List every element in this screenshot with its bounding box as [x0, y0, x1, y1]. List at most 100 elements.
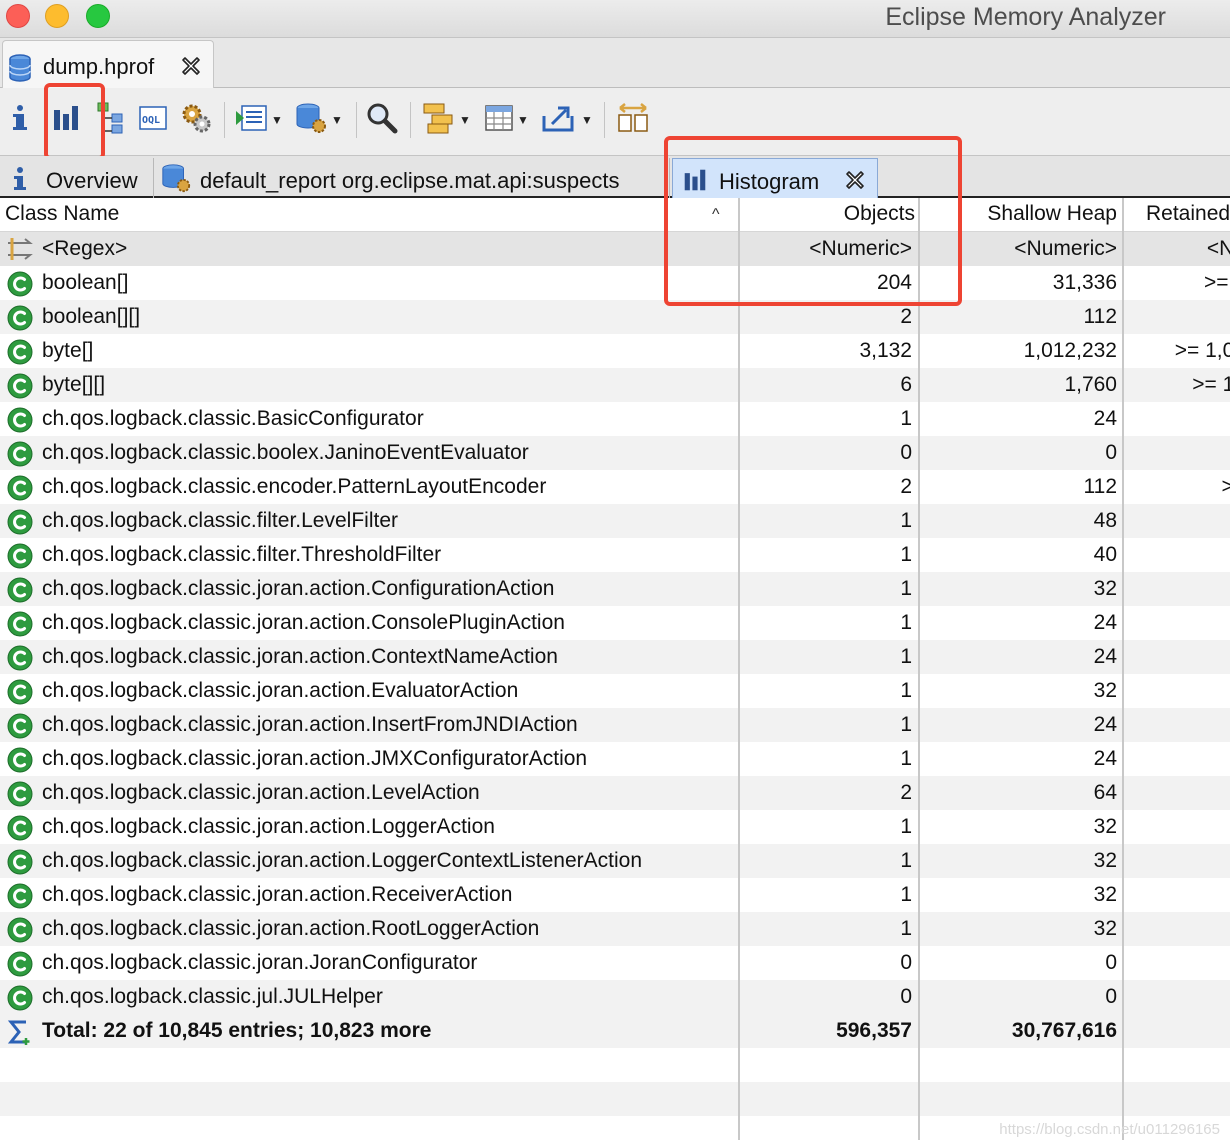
class-icon: [6, 440, 34, 473]
shallow-heap-cell: 0: [1105, 985, 1117, 1008]
objects-cell: 1: [900, 407, 912, 430]
compare-button[interactable]: [616, 102, 650, 138]
class-icon: [6, 780, 34, 813]
table-row[interactable]: ch.qos.logback.classic.joran.action.Cons…: [0, 606, 1230, 640]
search-icon: [366, 102, 398, 139]
table-row[interactable]: ch.qos.logback.classic.joran.action.Cont…: [0, 640, 1230, 674]
oql-button[interactable]: OQL: [138, 102, 168, 138]
table-row[interactable]: ch.qos.logback.classic.joran.action.Logg…: [0, 844, 1230, 878]
objects-cell: 1: [900, 713, 912, 736]
column-divider[interactable]: [738, 198, 740, 1140]
column-header-class-name[interactable]: Class Name: [5, 202, 119, 226]
table-row[interactable]: ch.qos.logback.classic.joran.JoranConfig…: [0, 946, 1230, 980]
objects-cell: 1: [900, 577, 912, 600]
objects-cell: 1: [900, 849, 912, 872]
shallow-heap-cell: 24: [1093, 713, 1117, 736]
class-name-cell: ch.qos.logback.classic.joran.action.JMXC…: [42, 747, 588, 770]
watermark: https://blog.csdn.net/u011296165: [999, 1121, 1220, 1138]
objects-cell: 1: [900, 611, 912, 634]
objects-cell: 6: [900, 373, 912, 396]
table-row[interactable]: byte[][] 6 1,760 >= 10: [0, 368, 1230, 402]
result-tab-bar: Overview default_report org.eclipse.mat.…: [0, 156, 1230, 198]
close-icon[interactable]: [179, 54, 203, 83]
class-name-cell: ch.qos.logback.classic.joran.JoranConfig…: [42, 951, 478, 974]
database-gear-icon: [294, 101, 328, 140]
class-name-cell: ch.qos.logback.classic.joran.action.Eval…: [42, 679, 519, 702]
column-divider[interactable]: [918, 198, 920, 1140]
shallow-heap-cell: 1,012,232: [1023, 339, 1117, 362]
table-row[interactable]: ch.qos.logback.classic.joran.action.Root…: [0, 912, 1230, 946]
thread-overview-button[interactable]: [180, 102, 212, 138]
regex-name-filter[interactable]: <Regex>: [42, 237, 127, 261]
class-icon: [6, 950, 34, 983]
total-row: Total: 22 of 10,845 entries; 10,823 more…: [0, 1014, 1230, 1048]
tab-overview[interactable]: Overview: [0, 158, 154, 198]
objects-cell: 0: [900, 441, 912, 464]
table-row[interactable]: ch.qos.logback.classic.BasicConfigurator…: [0, 402, 1230, 436]
query-browser-dropdown[interactable]: ▼: [294, 102, 343, 138]
table-row[interactable]: boolean[]20431,336>= 3: [0, 266, 1230, 300]
class-icon: [6, 848, 34, 881]
total-shallow-heap: 30,767,616: [1011, 1019, 1117, 1042]
column-divider[interactable]: [1122, 198, 1124, 1140]
table-row[interactable]: ch.qos.logback.classic.joran.action.Eval…: [0, 674, 1230, 708]
shallow-heap-cell: 24: [1093, 611, 1117, 634]
info-button[interactable]: [10, 102, 30, 138]
table-row[interactable]: boolean[][] 2 112 >: [0, 300, 1230, 334]
class-icon: [6, 542, 34, 575]
shallow-heap-cell: 32: [1093, 815, 1117, 838]
editor-tab-dump-hprof[interactable]: dump.hprof: [2, 40, 214, 89]
class-icon: [6, 474, 34, 507]
table-header: Class Name ^ Objects Shallow Heap Retain…: [0, 198, 1230, 232]
table-row[interactable]: byte[] 3,132 1,012,232 >= 1,01: [0, 334, 1230, 368]
retained-heap-cell: >=: [1221, 475, 1230, 498]
close-window-button[interactable]: [6, 4, 30, 28]
shallow-heap-cell: 31,336: [1052, 271, 1117, 294]
class-icon: [6, 644, 34, 677]
table-row[interactable]: ch.qos.logback.classic.encoder.PatternLa…: [0, 470, 1230, 504]
table-row[interactable]: ch.qos.logback.classic.filter.LevelFilte…: [0, 504, 1230, 538]
group-by-dropdown[interactable]: ▼: [422, 102, 471, 138]
column-header-shallow-heap[interactable]: Shallow Heap: [987, 202, 1117, 226]
shallow-heap-cell: 40: [1093, 543, 1117, 566]
total-label: Total: 22 of 10,845 entries; 10,823 more: [42, 1019, 432, 1042]
regex-retained-filter[interactable]: <Nu: [1126, 237, 1230, 261]
regex-filter-row[interactable]: <Regex> <Numeric> <Numeric> <Nu: [0, 232, 1230, 266]
retained-heap-cell: >= 1,01: [1174, 339, 1230, 362]
column-header-retained[interactable]: Retained: [1146, 202, 1230, 226]
shallow-heap-cell: 0: [1105, 951, 1117, 974]
table-row[interactable]: ch.qos.logback.classic.joran.action.Logg…: [0, 810, 1230, 844]
table-row[interactable]: ch.qos.logback.classic.joran.action.Rece…: [0, 878, 1230, 912]
class-icon: [6, 814, 34, 847]
shallow-heap-cell: 32: [1093, 679, 1117, 702]
table-row[interactable]: ch.qos.logback.classic.filter.ThresholdF…: [0, 538, 1230, 572]
table-row[interactable]: ch.qos.logback.classic.joran.action.JMXC…: [0, 742, 1230, 776]
table-row[interactable]: ch.qos.logback.classic.joran.action.Conf…: [0, 572, 1230, 606]
empty-row: [0, 1082, 1230, 1116]
regex-shallow-filter[interactable]: <Numeric>: [1014, 237, 1117, 261]
zoom-window-button[interactable]: [86, 4, 110, 28]
class-name-cell: ch.qos.logback.classic.joran.action.Conf…: [42, 577, 555, 600]
objects-cell: 1: [900, 543, 912, 566]
highlight-box-objects-column: [664, 136, 962, 306]
overview-report-icon: [234, 103, 268, 138]
group-by-icon: [422, 101, 456, 140]
shallow-heap-cell: 112: [1083, 475, 1117, 498]
class-name-cell: boolean[][]: [42, 305, 141, 328]
class-name-cell: ch.qos.logback.classic.jul.JULHelper: [42, 985, 383, 1008]
table-row[interactable]: ch.qos.logback.classic.joran.action.Leve…: [0, 776, 1230, 810]
calculate-retained-dropdown[interactable]: ▼: [484, 102, 529, 138]
minimize-window-button[interactable]: [45, 4, 69, 28]
svg-text:OQL: OQL: [142, 115, 160, 126]
search-button[interactable]: [366, 102, 398, 138]
heap-dump-overview-dropdown[interactable]: ▼: [234, 102, 283, 138]
class-name-cell: ch.qos.logback.classic.joran.action.Logg…: [42, 849, 643, 872]
export-dropdown[interactable]: ▼: [542, 102, 593, 138]
table-row[interactable]: ch.qos.logback.classic.jul.JULHelper 0 0: [0, 980, 1230, 1014]
table-row[interactable]: ch.qos.logback.classic.joran.action.Inse…: [0, 708, 1230, 742]
table-row[interactable]: ch.qos.logback.classic.boolex.JaninoEven…: [0, 436, 1230, 470]
editor-tab-label: dump.hprof: [43, 54, 155, 79]
shallow-heap-cell: 24: [1093, 747, 1117, 770]
shallow-heap-cell: 32: [1093, 577, 1117, 600]
tab-default-report[interactable]: default_report org.eclipse.mat.api:suspe…: [154, 158, 670, 198]
